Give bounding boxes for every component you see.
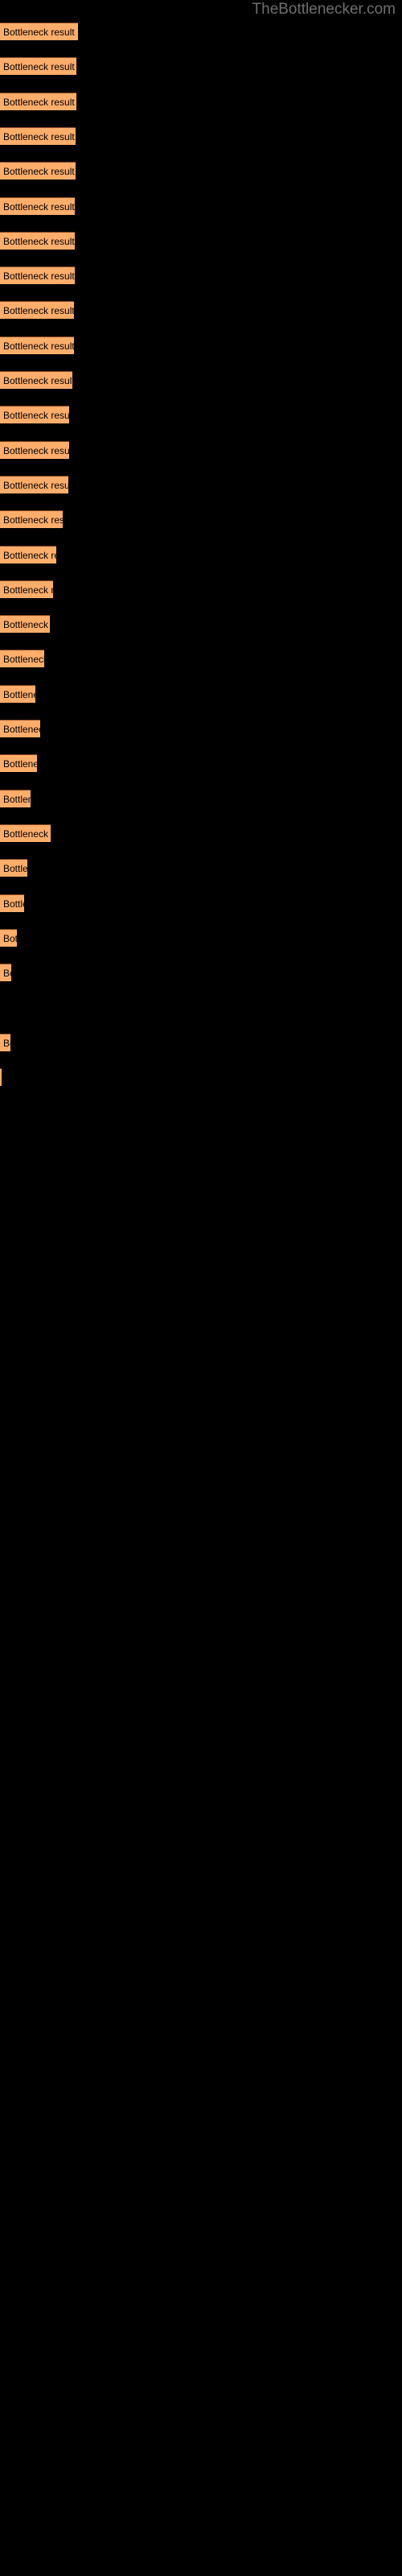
bar-segment[interactable]: Bottleneck result bbox=[0, 371, 72, 389]
bar-label: Bottleneck result bbox=[3, 235, 75, 247]
bar-segment[interactable]: Bottleneck result bbox=[0, 684, 35, 703]
bar-label: Bottleneck result bbox=[3, 479, 68, 491]
bar-segment[interactable]: Bottleneck result bbox=[0, 57, 76, 76]
bar-label: Bottleneck result bbox=[3, 863, 27, 875]
bar-segment[interactable]: Bottleneck result bbox=[0, 964, 11, 982]
bar-segment[interactable]: Bottleneck result bbox=[0, 1068, 2, 1086]
bar-segment[interactable]: Bottleneck result bbox=[0, 23, 78, 40]
bar-label: Bottleneck result bbox=[3, 584, 53, 596]
bar-label: Bottleneck result bbox=[3, 932, 17, 944]
bar-label: Bottleneck result bbox=[3, 27, 75, 38]
bar-label: Bottleneck result bbox=[3, 1037, 10, 1049]
bar-segment[interactable]: Bottleneck result bbox=[0, 231, 75, 250]
bar-label: Bottleneck result bbox=[3, 270, 75, 283]
bar-segment[interactable]: Bottleneck result bbox=[0, 545, 56, 564]
bar-label: Bottleneck result bbox=[3, 549, 56, 561]
bar-segment[interactable]: Bottleneck result bbox=[0, 266, 75, 285]
bar-label: Bottleneck result bbox=[3, 410, 69, 422]
bar-label: Bottleneck result bbox=[3, 166, 75, 178]
bar-label: Bottleneck result bbox=[3, 688, 35, 700]
bar-label: Bottleneck result bbox=[3, 828, 51, 840]
bar-segment[interactable]: Bottleneck result bbox=[0, 406, 69, 424]
bar-segment[interactable]: Bottleneck result bbox=[0, 894, 24, 912]
bar-segment[interactable]: Bottleneck result bbox=[0, 301, 74, 320]
bar-segment[interactable]: Bottleneck result bbox=[0, 440, 69, 459]
bar-label: Bottleneck result bbox=[3, 96, 75, 108]
bar-segment[interactable]: Bottleneck result bbox=[0, 126, 76, 145]
bottleneck-bar-chart: TheBottlenecker.com Bottleneck result Bot… bbox=[0, 0, 402, 2576]
bar-label: Bottleneck result bbox=[3, 375, 72, 386]
bar-label: Bottleneck result bbox=[3, 444, 69, 456]
bar-label: Bottleneck result bbox=[3, 619, 50, 631]
bar-segment[interactable]: Bottleneck result bbox=[0, 928, 17, 947]
bar-label: Bottleneck result bbox=[3, 61, 75, 73]
bar-label: Bottleneck result bbox=[3, 654, 44, 666]
bar-segment[interactable]: Bottleneck result bbox=[0, 336, 74, 354]
bar-series: Bottleneck result Bottleneck result Bottle… bbox=[0, 0, 402, 2576]
bar-segment[interactable]: Bottleneck result bbox=[0, 580, 53, 598]
bar-label: Bottleneck result bbox=[3, 340, 74, 352]
bar-segment[interactable]: Bottleneck result bbox=[0, 475, 68, 493]
bar-label: Bottleneck result bbox=[3, 898, 24, 910]
bar-label: Bottleneck result bbox=[3, 200, 75, 213]
bar-label: Bottleneck result bbox=[3, 305, 74, 317]
bar-segment[interactable]: Bottleneck result bbox=[0, 196, 75, 215]
bar-segment[interactable]: Bottleneck result bbox=[0, 859, 27, 877]
bar-label: Bottleneck result bbox=[3, 968, 11, 980]
bar-segment[interactable]: Bottleneck result bbox=[0, 789, 31, 807]
bar-label: Bottleneck result bbox=[3, 724, 40, 735]
bar-segment[interactable]: Bottleneck result bbox=[0, 650, 44, 668]
bar-label: Bottleneck result bbox=[3, 793, 31, 805]
bar-segment[interactable]: Bottleneck result bbox=[0, 824, 51, 842]
bar-segment[interactable]: Bottleneck result bbox=[0, 1033, 10, 1051]
bar-segment[interactable]: Bottleneck result bbox=[0, 720, 40, 737]
bar-segment[interactable]: Bottleneck result bbox=[0, 510, 63, 529]
bar-segment[interactable]: Bottleneck result bbox=[0, 92, 76, 110]
bar-segment[interactable]: Bottleneck result bbox=[0, 162, 76, 180]
bar-label: Bottleneck result bbox=[3, 758, 37, 770]
bar-label: Bottleneck result bbox=[3, 130, 75, 142]
bar-label: Bottleneck result bbox=[3, 514, 63, 526]
bar-segment[interactable]: Bottleneck result bbox=[0, 754, 37, 773]
bar-segment[interactable]: Bottleneck result bbox=[0, 615, 50, 634]
